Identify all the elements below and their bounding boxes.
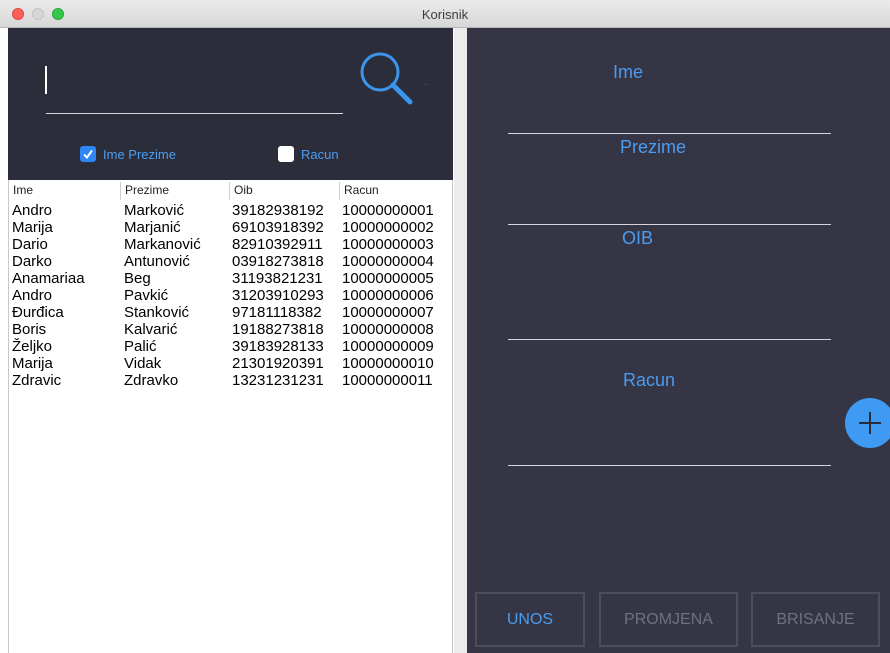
cell-racun: 10000000005 <box>342 270 434 287</box>
cell-ime: Anamariaa <box>12 270 85 287</box>
column-header-racun[interactable]: Racun <box>340 182 450 200</box>
table-row[interactable]: Đurđica Stanković 97181118382 10000000007 <box>9 304 452 321</box>
prezime-label: Prezime <box>620 137 687 157</box>
cell-racun: 10000000006 <box>342 287 434 304</box>
table-row[interactable]: Zdravic Zdravko 13231231231 10000000011 <box>9 372 452 389</box>
search-icon <box>360 52 413 105</box>
cell-ime: Marija <box>12 355 53 372</box>
cell-oib: 97181118382 <box>232 304 322 321</box>
filter-racun[interactable]: Racun <box>278 146 339 162</box>
table-row[interactable]: Andro Marković 39182938192 10000000001 <box>9 202 452 219</box>
ime-input[interactable] <box>508 92 831 132</box>
oib-input[interactable] <box>508 278 831 338</box>
search-panel: .. Ime Prezime Racun <box>8 28 453 180</box>
split-divider[interactable] <box>454 28 467 653</box>
unos-button[interactable]: UNOS <box>475 592 585 647</box>
cell-ime: Marija <box>12 219 53 236</box>
cell-oib: 13231231231 <box>232 372 324 389</box>
cell-oib: 19188273818 <box>232 321 324 338</box>
oib-input-underline <box>508 339 831 340</box>
cell-ime: Andro <box>12 287 53 304</box>
users-table: Ime Prezime Oib Racun Andro Marković 39182… <box>8 180 453 653</box>
ime-input-underline <box>508 133 831 134</box>
cell-oib: 39183928133 <box>232 338 324 355</box>
form-panel: Ime Prezime OIB Racun UNOS PROMJENA BRIS… <box>467 28 890 653</box>
brisanje-button[interactable]: BRISANJE <box>751 592 880 647</box>
cell-prezime: Vidak <box>124 355 162 372</box>
table-row[interactable]: Andro Pavkić 31203910293 10000000006 <box>9 287 452 304</box>
search-input-underline <box>46 113 343 114</box>
cell-ime: Dario <box>12 236 48 253</box>
table-header: Ime Prezime Oib Racun <box>9 182 452 200</box>
cell-oib: 69103918392 <box>232 219 324 236</box>
oib-label: OIB <box>622 228 654 248</box>
cell-prezime: Marković <box>124 202 185 219</box>
cell-ime: Andro <box>12 202 53 219</box>
ime-label: Ime <box>613 62 644 82</box>
cell-prezime: Palić <box>124 338 157 355</box>
title-bar: Korisnik <box>0 0 890 28</box>
racun-checkbox[interactable] <box>278 146 294 162</box>
window-title: Korisnik <box>421 7 469 22</box>
prezime-input-underline <box>508 224 831 225</box>
cell-racun: 10000000003 <box>342 236 434 253</box>
cell-prezime: Antunović <box>124 253 190 270</box>
filter-ime-prezime[interactable]: Ime Prezime <box>80 146 176 162</box>
cell-racun: 10000000004 <box>342 253 434 270</box>
ime-prezime-label: Ime Prezime <box>103 146 176 162</box>
table-row[interactable]: Željko Palić 39183928133 10000000009 <box>9 338 452 355</box>
cell-oib: 21301920391 <box>232 355 324 372</box>
cell-prezime: Pavkić <box>124 287 169 304</box>
cell-ime: Zdravic <box>12 372 62 389</box>
cell-oib: 31193821231 <box>232 270 323 287</box>
checkmark-icon <box>83 149 93 160</box>
prezime-input[interactable] <box>508 178 831 223</box>
cell-racun: 10000000008 <box>342 321 434 338</box>
cell-oib: 03918273818 <box>232 253 324 270</box>
cell-oib: 39182938192 <box>232 202 324 219</box>
cell-racun: 10000000002 <box>342 219 434 236</box>
cell-prezime: Stanković <box>124 304 190 321</box>
table-row[interactable]: Marija Vidak 21301920391 10000000010 <box>9 355 452 372</box>
cell-racun: 10000000001 <box>342 202 434 219</box>
cell-prezime: Marjanić <box>124 219 181 236</box>
search-input[interactable] <box>44 58 344 108</box>
column-header-ime[interactable]: Ime <box>9 182 121 200</box>
racun-filter-label: Racun <box>301 146 339 162</box>
search-indicator: .. <box>423 78 428 87</box>
racun-input-underline <box>508 465 831 466</box>
racun-input[interactable] <box>508 408 831 463</box>
plus-icon <box>859 412 881 434</box>
cell-prezime: Beg <box>124 270 151 287</box>
column-header-oib[interactable]: Oib <box>230 182 340 200</box>
table-row[interactable]: Marija Marjanić 69103918392 10000000002 <box>9 219 452 236</box>
cell-racun: 10000000009 <box>342 338 434 355</box>
table-row[interactable]: Darko Antunović 03918273818 10000000004 <box>9 253 452 270</box>
cell-prezime: Zdravko <box>124 372 179 389</box>
add-button[interactable] <box>845 398 890 448</box>
search-button[interactable] <box>358 50 420 112</box>
table-row[interactable]: Boris Kalvarić 19188273818 10000000008 <box>9 321 452 338</box>
table-row[interactable]: Anamariaa Beg 31193821231 10000000005 <box>9 270 452 287</box>
cell-oib: 31203910293 <box>232 287 324 304</box>
cell-ime: Darko <box>12 253 53 270</box>
column-header-prezime[interactable]: Prezime <box>121 182 230 200</box>
cell-ime: Đurđica <box>12 304 64 321</box>
table-row[interactable]: Dario Markanović 82910392911 10000000003 <box>9 236 452 253</box>
cell-ime: Boris <box>12 321 47 338</box>
cell-prezime: Kalvarić <box>124 321 178 338</box>
ime-prezime-checkbox[interactable] <box>80 146 96 162</box>
cell-racun: 10000000010 <box>342 355 434 372</box>
cell-racun: 10000000011 <box>342 372 433 389</box>
table-body: Andro Marković 39182938192 10000000001 Marij… <box>9 202 452 389</box>
cell-racun: 10000000007 <box>342 304 434 321</box>
cell-oib: 82910392911 <box>232 236 323 253</box>
promjena-button[interactable]: PROMJENA <box>599 592 738 647</box>
racun-label: Racun <box>623 370 676 390</box>
cell-ime: Željko <box>12 338 53 355</box>
cell-prezime: Markanović <box>124 236 201 253</box>
